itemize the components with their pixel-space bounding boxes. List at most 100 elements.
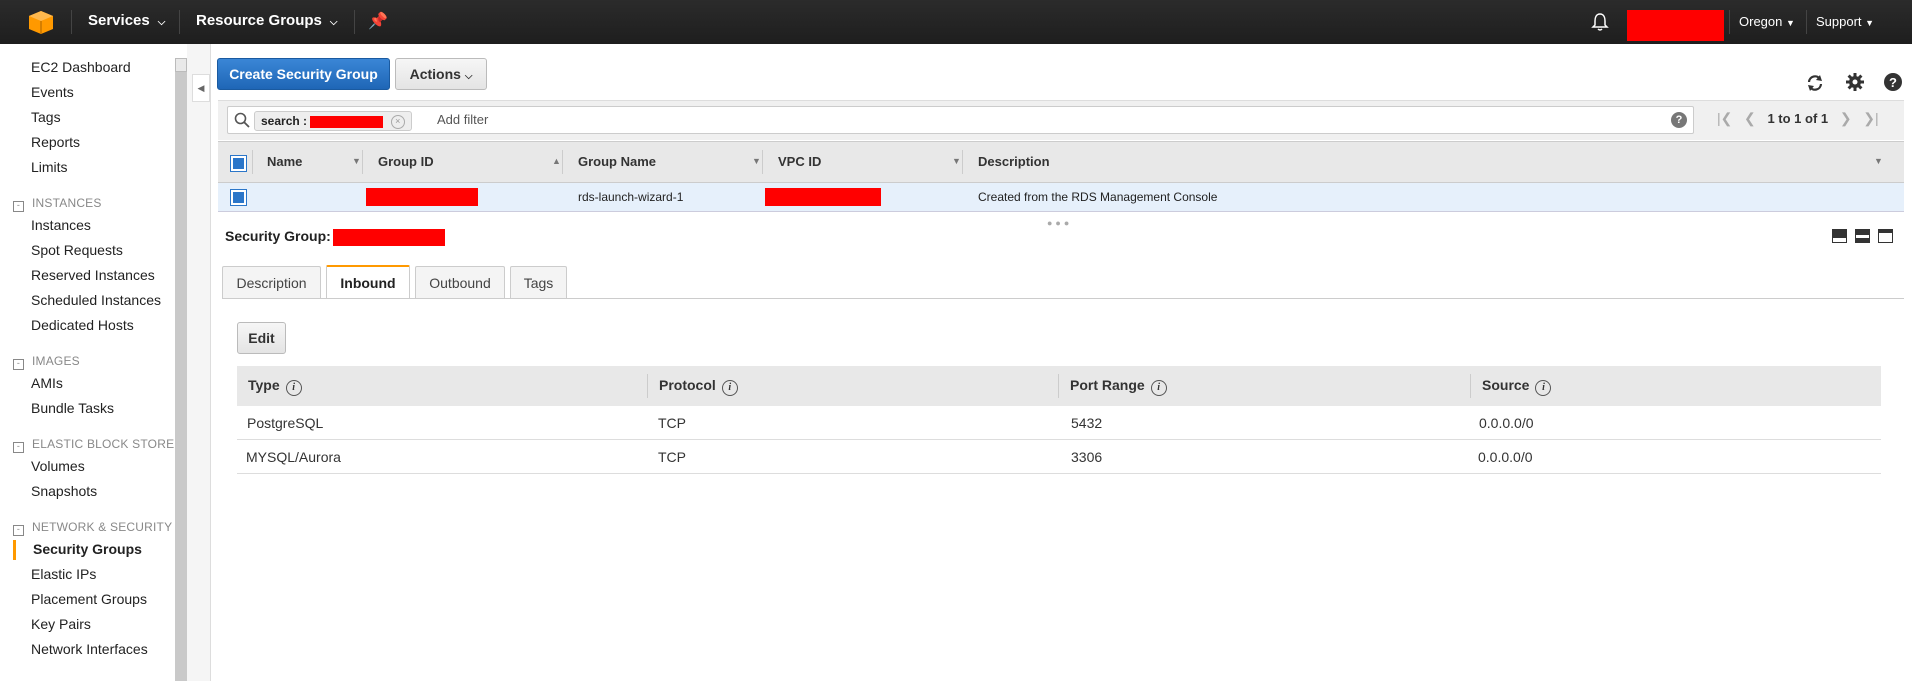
sidebar-section-instances[interactable]: - INSTANCES — [13, 196, 102, 212]
sidebar-scrollbar[interactable] — [175, 58, 187, 681]
bell-icon[interactable] — [1591, 12, 1609, 32]
chevron-down-icon: ⌵ — [157, 17, 166, 28]
sidebar-item-reports[interactable]: Reports — [31, 134, 80, 150]
tab-inbound[interactable]: Inbound — [326, 265, 410, 299]
sidebar-item-security-groups[interactable]: Security Groups — [33, 541, 142, 557]
sidebar-item-dedicated-hosts[interactable]: Dedicated Hosts — [31, 317, 134, 333]
sidebar-item-key-pairs[interactable]: Key Pairs — [31, 616, 91, 632]
last-page-icon[interactable]: ❯| — [1863, 110, 1878, 126]
sidebar-section-network-security[interactable]: - NETWORK & SECURITY — [13, 520, 172, 536]
collapse-section-icon: - — [13, 442, 24, 453]
info-icon[interactable]: i — [1535, 380, 1552, 396]
create-security-group-button[interactable]: Create Security Group — [217, 58, 390, 90]
cell-vpc-id-redacted — [765, 188, 881, 206]
services-menu[interactable]: Services ⌵ — [88, 12, 165, 29]
column-header-port-range: Port Range i — [1070, 377, 1167, 396]
svg-text:?: ? — [1889, 75, 1897, 90]
sidebar-item-volumes[interactable]: Volumes — [31, 458, 85, 474]
sort-icon[interactable]: ▼ — [952, 156, 961, 166]
remove-filter-icon[interactable]: × — [390, 114, 405, 129]
layout-split-pane-icon[interactable] — [1855, 229, 1870, 243]
resource-groups-label: Resource Groups — [196, 12, 322, 29]
nav-divider — [179, 10, 180, 34]
add-filter-placeholder[interactable]: Add filter — [437, 112, 488, 127]
tab-tags[interactable]: Tags — [510, 266, 567, 299]
rule-type: PostgreSQL — [247, 415, 324, 431]
rule-source: 0.0.0.0/0 — [1478, 449, 1533, 465]
sidebar-item-amis[interactable]: AMIs — [31, 375, 63, 391]
table-row[interactable]: rds-launch-wizard-1 Created from the RDS… — [218, 183, 1904, 212]
pin-icon[interactable]: 📌 — [368, 11, 388, 31]
first-page-icon[interactable]: |❮ — [1717, 110, 1732, 126]
column-header-description[interactable]: Description — [978, 154, 1050, 169]
help-icon[interactable]: ? — [1883, 72, 1903, 92]
details-title: Security Group: — [225, 228, 445, 246]
resize-handle-icon[interactable]: ●●● — [1047, 218, 1072, 228]
collapse-sidebar-icon[interactable]: ◀ — [192, 74, 210, 102]
sidebar-item-instances[interactable]: Instances — [31, 217, 91, 233]
rule-protocol: TCP — [658, 415, 686, 431]
sidebar-item-spot-requests[interactable]: Spot Requests — [31, 242, 123, 258]
layout-bottom-pane-icon[interactable] — [1832, 229, 1847, 243]
sidebar-item-snapshots[interactable]: Snapshots — [31, 483, 97, 499]
select-all-checkbox[interactable] — [230, 155, 247, 172]
gear-icon[interactable] — [1845, 72, 1865, 92]
filter-token[interactable]: search : × — [254, 111, 412, 131]
column-header-vpc-id[interactable]: VPC ID — [778, 154, 821, 169]
tab-outbound[interactable]: Outbound — [415, 266, 505, 299]
sidebar-item-placement-groups[interactable]: Placement Groups — [31, 591, 147, 607]
table-row: PostgreSQL TCP 5432 0.0.0.0/0 — [237, 406, 1881, 440]
actions-button[interactable]: Actions ⌵ — [395, 58, 487, 90]
support-label: Support — [1816, 14, 1862, 29]
rule-protocol: TCP — [658, 449, 686, 465]
prev-page-icon[interactable]: ❮ — [1744, 110, 1756, 126]
cell-description: Created from the RDS Management Console — [978, 190, 1218, 204]
filter-help-icon[interactable]: ? — [1671, 112, 1687, 128]
top-navigation-bar: Services ⌵ Resource Groups ⌵ 📌 Oregon ▼ Su… — [0, 0, 1912, 44]
sidebar-item-ec2-dashboard[interactable]: EC2 Dashboard — [31, 59, 131, 75]
sidebar-item-network-interfaces[interactable]: Network Interfaces — [31, 641, 148, 657]
sidebar-section-ebs[interactable]: - ELASTIC BLOCK STORE — [13, 437, 174, 453]
info-icon[interactable]: i — [721, 380, 738, 396]
column-divider — [762, 150, 763, 174]
sidebar-item-scheduled-instances[interactable]: Scheduled Instances — [31, 292, 161, 308]
sidebar-item-events[interactable]: Events — [31, 84, 74, 100]
scroll-up-arrow[interactable] — [175, 58, 187, 72]
column-label: Type — [248, 377, 280, 393]
chevron-down-icon: ▼ — [1786, 18, 1795, 28]
account-menu-redacted[interactable] — [1627, 10, 1724, 41]
info-icon[interactable]: i — [1150, 380, 1167, 396]
support-menu[interactable]: Support ▼ — [1816, 14, 1874, 29]
collapse-section-icon: - — [13, 201, 24, 212]
edit-rules-button[interactable]: Edit — [237, 322, 286, 354]
row-checkbox[interactable] — [230, 189, 247, 206]
security-group-id-redacted — [332, 228, 445, 246]
sidebar-section-images[interactable]: - IMAGES — [13, 354, 80, 370]
tab-description[interactable]: Description — [222, 266, 321, 299]
column-divider — [1470, 374, 1471, 398]
sidebar-item-limits[interactable]: Limits — [31, 159, 68, 175]
refresh-icon[interactable] — [1805, 73, 1825, 93]
sort-icon[interactable]: ▼ — [1874, 156, 1883, 166]
pagination-text: 1 to 1 of 1 — [1767, 111, 1829, 126]
sidebar-item-reserved-instances[interactable]: Reserved Instances — [31, 267, 155, 283]
next-page-icon[interactable]: ❯ — [1840, 110, 1852, 126]
region-menu[interactable]: Oregon ▼ — [1739, 14, 1795, 29]
sidebar-item-bundle-tasks[interactable]: Bundle Tasks — [31, 400, 114, 416]
filter-bar: search : × Add filter ? — [218, 100, 1904, 140]
sidebar-item-tags[interactable]: Tags — [31, 109, 61, 125]
resource-groups-menu[interactable]: Resource Groups ⌵ — [196, 12, 337, 29]
aws-logo-icon[interactable] — [28, 10, 54, 34]
column-header-group-id[interactable]: Group ID — [378, 154, 434, 169]
sidebar-item-elastic-ips[interactable]: Elastic IPs — [31, 566, 96, 582]
column-header-group-name[interactable]: Group Name — [578, 154, 656, 169]
sort-icon[interactable]: ▼ — [352, 156, 361, 166]
info-icon[interactable]: i — [285, 380, 302, 396]
nav-divider — [354, 10, 355, 34]
search-input[interactable]: search : × Add filter ? — [227, 106, 1694, 134]
table-row: MYSQL/Aurora TCP 3306 0.0.0.0/0 — [237, 440, 1881, 474]
sort-icon[interactable]: ▼ — [752, 156, 761, 166]
layout-full-pane-icon[interactable] — [1878, 229, 1893, 243]
column-header-name[interactable]: Name — [267, 154, 302, 169]
sort-ascending-icon[interactable]: ▲ — [552, 156, 561, 166]
